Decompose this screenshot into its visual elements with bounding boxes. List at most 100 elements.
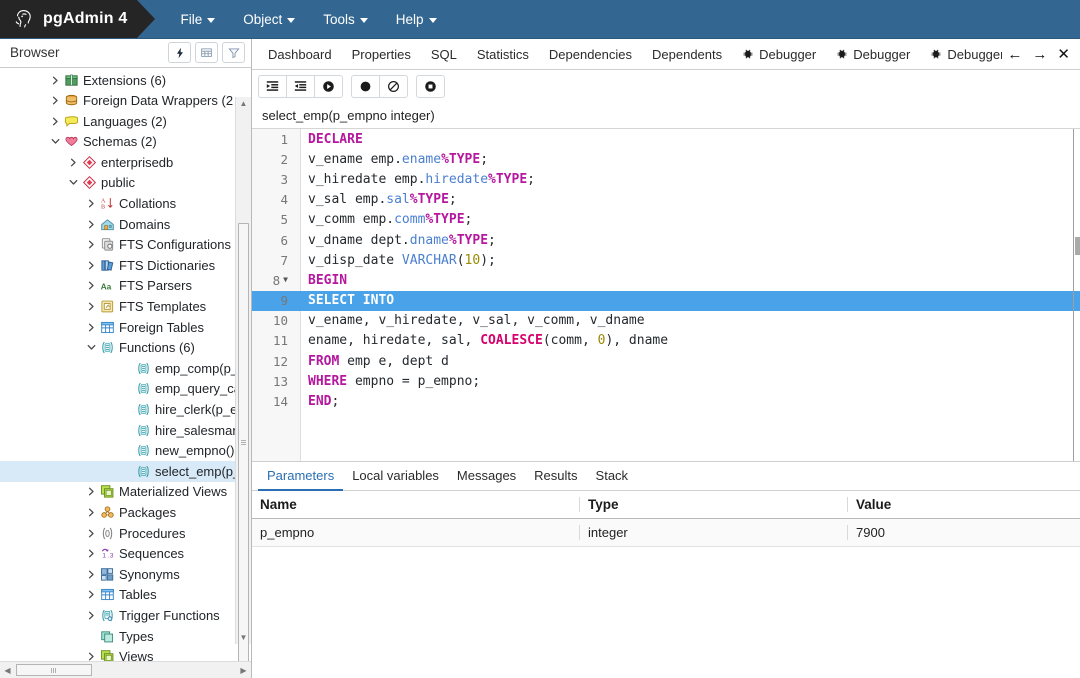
table-row[interactable]: p_empno integer 7900: [252, 519, 1080, 547]
editor-vertical-scroll-thumb[interactable]: [1075, 237, 1080, 255]
filter-icon[interactable]: [222, 42, 245, 64]
sidebar-horizontal-scroll-thumb[interactable]: [16, 664, 92, 676]
tree-item-hire-salesman[interactable]: hire_salesman(: [0, 420, 251, 441]
menu-help[interactable]: Help: [387, 8, 446, 31]
chevron-right-icon[interactable]: [84, 549, 99, 558]
scroll-right-arrow-icon[interactable]: ▶: [236, 666, 251, 675]
tree-item-synonyms[interactable]: Synonyms: [0, 564, 251, 585]
toggle-breakpoint-button[interactable]: [351, 75, 380, 98]
code-line-10[interactable]: 10 v_ename, v_hiredate, v_sal, v_comm, v_…: [252, 311, 1080, 331]
tab-sql[interactable]: SQL: [421, 47, 467, 62]
code-line-9[interactable]: 9 SELECT INTO: [252, 290, 1080, 311]
code-line-6[interactable]: 6 v_dname dept.dname%TYPE;: [252, 230, 1080, 250]
tabs-close-button[interactable]: ✕: [1052, 45, 1080, 63]
tree-item-collations[interactable]: A B Collations: [0, 193, 251, 214]
tree-item-materialized-views[interactable]: Materialized Views: [0, 482, 251, 503]
tab-dependencies[interactable]: Dependencies: [539, 47, 642, 62]
bottom-tab-stack[interactable]: Stack: [587, 462, 638, 491]
quick-search-icon[interactable]: [168, 42, 191, 64]
tree-item-views[interactable]: Views: [0, 646, 251, 661]
menu-file[interactable]: File: [171, 8, 224, 31]
tree-item-domains[interactable]: Domains: [0, 214, 251, 235]
chevron-right-icon[interactable]: [84, 487, 99, 496]
code-line-7[interactable]: 7 v_disp_date VARCHAR(10);: [252, 250, 1080, 270]
chevron-right-icon[interactable]: [84, 302, 99, 311]
chevron-right-icon[interactable]: [84, 508, 99, 517]
chevron-right-icon[interactable]: [66, 158, 81, 167]
code-line-12[interactable]: 12 FROM emp e, dept d: [252, 351, 1080, 371]
chevron-right-icon[interactable]: [84, 590, 99, 599]
chevron-right-icon[interactable]: [84, 261, 99, 270]
chevron-right-icon[interactable]: [84, 570, 99, 579]
clear-breakpoints-button[interactable]: [379, 75, 408, 98]
tabs-scroll-left-button[interactable]: ←: [1002, 46, 1027, 63]
tree-item-fts-configurations[interactable]: FTS Configurations: [0, 234, 251, 255]
code-line-14[interactable]: 14 END;: [252, 391, 1080, 411]
chevron-right-icon[interactable]: [84, 199, 99, 208]
code-editor[interactable]: 1 DECLARE 2 v_ename emp.ename%TYPE; 3 v_hired…: [252, 129, 1080, 462]
code-line-1[interactable]: 1 DECLARE: [252, 129, 1080, 149]
tree-item-foreign-tables[interactable]: Foreign Tables: [0, 317, 251, 338]
tree-item-schemas-2[interactable]: Schemas (2): [0, 132, 251, 153]
stop-button[interactable]: [416, 75, 445, 98]
chevron-right-icon[interactable]: [84, 529, 99, 538]
bottom-tab-results[interactable]: Results: [525, 462, 586, 491]
tree-item-foreign-data-wrappers-2[interactable]: Foreign Data Wrappers (2: [0, 90, 251, 111]
tree-item-types[interactable]: Types: [0, 626, 251, 647]
bottom-tab-parameters[interactable]: Parameters: [258, 462, 344, 491]
tree-item-languages-2[interactable]: Languages (2): [0, 111, 251, 132]
code-line-8[interactable]: 8 ▼ BEGIN: [252, 270, 1080, 290]
tree-item-sequences[interactable]: .3 1 Sequences: [0, 543, 251, 564]
tab-dashboard[interactable]: Dashboard: [258, 47, 342, 62]
tab-debugger-6[interactable]: Debugger: [732, 47, 826, 62]
tree-item-public[interactable]: public: [0, 173, 251, 194]
bottom-tab-messages[interactable]: Messages: [448, 462, 525, 491]
bottom-tab-local-variables[interactable]: Local variables: [343, 462, 448, 491]
step-into-button[interactable]: [258, 75, 287, 98]
tab-properties[interactable]: Properties: [342, 47, 421, 62]
code-line-13[interactable]: 13 WHERE empno = p_empno;: [252, 371, 1080, 391]
browser-tree-scroll[interactable]: Extensions (6) Foreign Data Wrappers (2 La…: [0, 67, 251, 661]
tree-item-packages[interactable]: Packages: [0, 502, 251, 523]
tree-item-hire-clerk-p-en[interactable]: hire_clerk(p_en: [0, 399, 251, 420]
tab-debugger-7[interactable]: Debugger: [826, 47, 920, 62]
tree-item-tables[interactable]: Tables: [0, 585, 251, 606]
tab-dependents[interactable]: Dependents: [642, 47, 732, 62]
chevron-down-icon[interactable]: [84, 343, 99, 352]
chevron-down-icon[interactable]: [66, 178, 81, 187]
grid-icon[interactable]: [195, 42, 218, 64]
code-line-5[interactable]: 5 v_comm emp.comm%TYPE;: [252, 210, 1080, 230]
code-line-2[interactable]: 2 v_ename emp.ename%TYPE;: [252, 149, 1080, 169]
tree-item-emp-comp-p-s[interactable]: emp_comp(p_s: [0, 358, 251, 379]
tree-item-fts-parsers[interactable]: Aa FTS Parsers: [0, 276, 251, 297]
chevron-right-icon[interactable]: [84, 220, 99, 229]
tree-item-enterprisedb[interactable]: enterprisedb: [0, 152, 251, 173]
tree-item-fts-templates[interactable]: FTS Templates: [0, 296, 251, 317]
editor-vertical-scrollbar[interactable]: [1073, 129, 1080, 461]
tree-item-emp-query-cal[interactable]: emp_query_cal: [0, 379, 251, 400]
fold-triangle-icon[interactable]: ▼: [283, 276, 288, 284]
scroll-left-arrow-icon[interactable]: ◀: [0, 666, 15, 675]
chevron-right-icon[interactable]: [84, 240, 99, 249]
tree-item-new-empno[interactable]: new_empno(): [0, 440, 251, 461]
tree-item-fts-dictionaries[interactable]: FTS Dictionaries: [0, 255, 251, 276]
sidebar-vertical-scrollbar[interactable]: ▲ ▼: [235, 96, 251, 661]
tab-debugger-8[interactable]: Debugger: [920, 47, 1002, 62]
chevron-right-icon[interactable]: [84, 281, 99, 290]
continue-button[interactable]: [314, 75, 343, 98]
tab-statistics[interactable]: Statistics: [467, 47, 539, 62]
tree-item-extensions-6[interactable]: Extensions (6): [0, 70, 251, 91]
code-line-4[interactable]: 4 v_sal emp.sal%TYPE;: [252, 190, 1080, 210]
chevron-right-icon[interactable]: [84, 652, 99, 661]
chevron-right-icon[interactable]: [48, 96, 63, 105]
chevron-right-icon[interactable]: [84, 323, 99, 332]
tabs-scroll-right-button[interactable]: →: [1027, 46, 1052, 63]
step-over-button[interactable]: [286, 75, 315, 98]
sidebar-horizontal-scrollbar[interactable]: ◀ ▶: [0, 661, 251, 678]
sidebar-vertical-scroll-thumb[interactable]: [238, 222, 249, 661]
code-line-3[interactable]: 3 v_hiredate emp.hiredate%TYPE;: [252, 169, 1080, 189]
chevron-right-icon[interactable]: [48, 117, 63, 126]
tree-item-trigger-functions[interactable]: Trigger Functions: [0, 605, 251, 626]
scroll-up-arrow-icon[interactable]: ▲: [236, 97, 251, 111]
chevron-right-icon[interactable]: [84, 611, 99, 620]
